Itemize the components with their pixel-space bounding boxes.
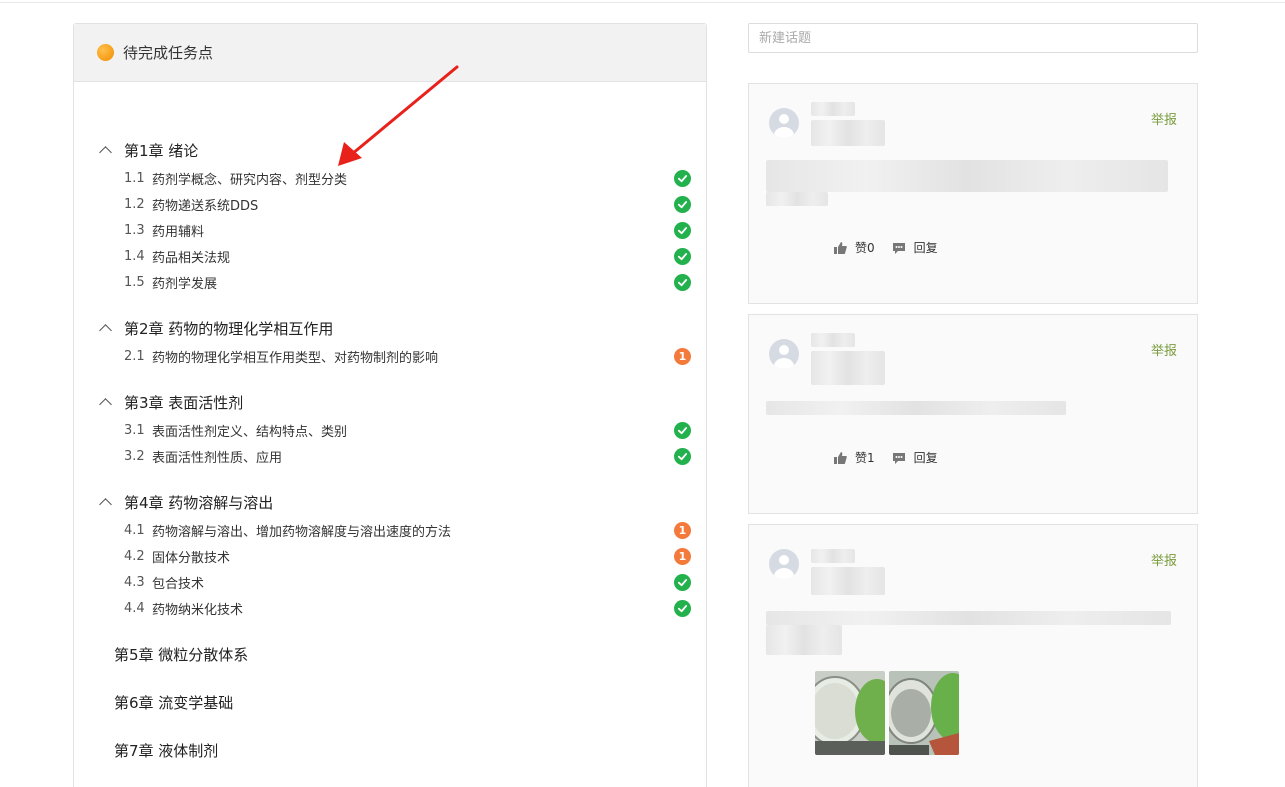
chapter-title[interactable]: 第2章 药物的物理化学相互作用 [124, 318, 333, 339]
blurred-content [766, 160, 1168, 192]
section-number: 4.2 [124, 548, 145, 564]
pending-count-icon: 1 [674, 548, 691, 565]
comment-icon[interactable] [892, 451, 906, 465]
blurred-content [766, 611, 1171, 625]
section-number: 1.4 [124, 248, 145, 264]
chevron-up-icon[interactable] [99, 398, 112, 411]
pending-count-icon: 1 [674, 522, 691, 539]
orange-dot-icon [97, 44, 114, 61]
post-image[interactable] [889, 671, 959, 755]
section-name[interactable]: 药品相关法规 [152, 247, 230, 266]
chevron-up-icon[interactable] [99, 324, 112, 337]
section-name[interactable]: 药物纳米化技术 [152, 599, 243, 618]
section-name[interactable]: 药物溶解与溶出、增加药物溶解度与溶出速度的方法 [152, 521, 451, 540]
discussion-post: 举报 赞0 回复 [748, 83, 1198, 304]
check-circle-icon [674, 274, 691, 291]
section-number: 4.4 [124, 600, 145, 616]
section-item[interactable]: 1.5 药剂学发展 [124, 271, 694, 293]
avatar-icon[interactable] [769, 549, 799, 579]
section-item[interactable]: 1.2 药物递送系统DDS [124, 193, 694, 215]
post-actions: 赞0 回复 [833, 239, 938, 256]
report-link[interactable]: 举报 [1151, 340, 1177, 359]
section-number: 4.3 [124, 574, 145, 590]
section-name[interactable]: 表面活性剂定义、结构特点、类别 [152, 421, 347, 440]
check-circle-icon [674, 248, 691, 265]
blurred-meta [811, 351, 885, 385]
check-circle-icon [674, 448, 691, 465]
section-item[interactable]: 3.2 表面活性剂性质、应用 [124, 445, 694, 467]
report-link[interactable]: 举报 [1151, 550, 1177, 569]
chevron-up-icon[interactable] [99, 146, 112, 159]
check-circle-icon [674, 170, 691, 187]
section-item[interactable]: 1.4 药品相关法规 [124, 245, 694, 267]
chapter-title[interactable]: 第5章 微粒分散体系 [114, 644, 248, 665]
reply-link[interactable]: 回复 [914, 239, 938, 256]
discussion-post: 举报 赞1 回复 [748, 314, 1198, 514]
section-item[interactable]: 4.2 固体分散技术 1 [124, 545, 694, 567]
blurred-username [811, 102, 855, 116]
section-item[interactable]: 4.1 药物溶解与溶出、增加药物溶解度与溶出速度的方法 1 [124, 519, 694, 541]
section-number: 2.1 [124, 348, 145, 364]
section-name[interactable]: 药剂学概念、研究内容、剂型分类 [152, 169, 347, 188]
check-circle-icon [674, 574, 691, 591]
panel-header: 待完成任务点 [74, 24, 706, 82]
post-actions: 赞1 回复 [833, 449, 938, 466]
blurred-content [766, 192, 828, 206]
like-count[interactable]: 赞1 [855, 449, 875, 466]
section-number: 3.1 [124, 422, 145, 438]
section-number: 1.1 [124, 170, 145, 186]
reply-link[interactable]: 回复 [914, 449, 938, 466]
blurred-username [811, 549, 855, 563]
blurred-username [811, 333, 855, 347]
comment-icon[interactable] [892, 241, 906, 255]
chapter-title[interactable]: 第6章 流变学基础 [114, 692, 233, 713]
panel-title: 待完成任务点 [123, 44, 214, 62]
section-name[interactable]: 包合技术 [152, 573, 204, 592]
section-number: 1.5 [124, 274, 145, 290]
section-item[interactable]: 3.1 表面活性剂定义、结构特点、类别 [124, 419, 694, 441]
check-circle-icon [674, 196, 691, 213]
section-item[interactable]: 1.3 药用辅料 [124, 219, 694, 241]
section-name[interactable]: 药剂学发展 [152, 273, 217, 292]
section-number: 1.2 [124, 196, 145, 212]
section-number: 1.3 [124, 222, 145, 238]
thumbs-up-icon[interactable] [833, 451, 847, 465]
chapter-title[interactable]: 第3章 表面活性剂 [124, 392, 243, 413]
section-name[interactable]: 药物递送系统DDS [152, 195, 258, 214]
section-name[interactable]: 表面活性剂性质、应用 [152, 447, 282, 466]
section-item[interactable]: 4.3 包合技术 [124, 571, 694, 593]
chapter-title[interactable]: 第4章 药物溶解与溶出 [124, 492, 273, 513]
avatar-icon[interactable] [769, 339, 799, 369]
task-points-panel: 待完成任务点 第1章 绪论 1.1 药剂学概念、研究内容、剂型分类 1.2 药物… [73, 23, 707, 787]
check-circle-icon [674, 222, 691, 239]
blurred-meta [811, 567, 885, 595]
chevron-up-icon[interactable] [99, 498, 112, 511]
chapter-title[interactable]: 第7章 液体制剂 [114, 740, 218, 761]
section-item[interactable]: 1.1 药剂学概念、研究内容、剂型分类 [124, 167, 694, 189]
thumbs-up-icon[interactable] [833, 241, 847, 255]
chapter-title[interactable]: 第1章 绪论 [124, 140, 198, 161]
discussion-post: 举报 [748, 524, 1198, 787]
check-circle-icon [674, 422, 691, 439]
report-link[interactable]: 举报 [1151, 109, 1177, 128]
check-circle-icon [674, 600, 691, 617]
blurred-meta [811, 120, 885, 146]
blurred-content [766, 401, 1066, 415]
top-divider [0, 2, 1285, 3]
like-count[interactable]: 赞0 [855, 239, 875, 256]
section-item[interactable]: 2.1 药物的物理化学相互作用类型、对药物制剂的影响 1 [124, 345, 694, 367]
pending-count-icon: 1 [674, 348, 691, 365]
new-topic-input[interactable] [748, 23, 1198, 53]
post-image[interactable] [815, 671, 885, 755]
section-number: 3.2 [124, 448, 145, 464]
section-name[interactable]: 药物的物理化学相互作用类型、对药物制剂的影响 [152, 347, 438, 366]
blurred-content [766, 625, 842, 655]
section-name[interactable]: 药用辅料 [152, 221, 204, 240]
section-name[interactable]: 固体分散技术 [152, 547, 230, 566]
avatar-icon[interactable] [769, 108, 799, 138]
section-item[interactable]: 4.4 药物纳米化技术 [124, 597, 694, 619]
section-number: 4.1 [124, 522, 145, 538]
